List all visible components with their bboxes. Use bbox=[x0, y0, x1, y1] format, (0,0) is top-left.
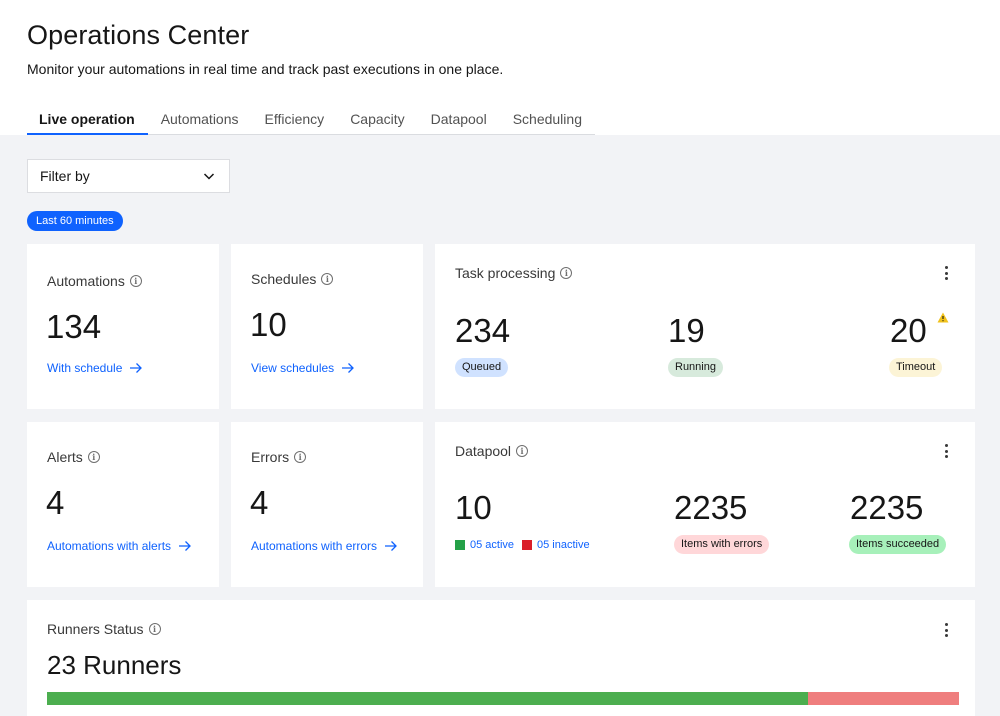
inactive-label: 05 inactive bbox=[537, 539, 590, 551]
alerts-count: 4 bbox=[46, 484, 65, 521]
automations-with-alerts-link[interactable]: Automations with alerts bbox=[47, 539, 192, 553]
page-header: Operations Center Monitor your automatio… bbox=[0, 0, 1000, 135]
info-icon[interactable]: i bbox=[129, 275, 142, 287]
datapool-title: Datapool bbox=[455, 443, 512, 459]
automations-with-errors-label: Automations with errors bbox=[251, 539, 378, 553]
arrow-right-icon bbox=[179, 541, 191, 551]
runners-status-title: Runners Status bbox=[47, 621, 144, 637]
queued-tag: Queued bbox=[455, 358, 509, 377]
filter-label: Filter by bbox=[40, 168, 90, 184]
overflow-menu-icon[interactable] bbox=[941, 622, 951, 638]
filter-dropdown[interactable]: Filter by bbox=[27, 159, 230, 193]
card-title: Schedules i bbox=[251, 271, 334, 287]
info-icon[interactable]: i bbox=[148, 623, 161, 635]
alerts-card: Alerts i 4 Automations with alerts bbox=[27, 422, 219, 587]
tab-capacity[interactable]: Capacity bbox=[337, 102, 417, 135]
info-icon[interactable]: i bbox=[87, 451, 100, 463]
overflow-menu-icon[interactable] bbox=[941, 443, 951, 459]
tab-live-operation[interactable]: Live operation bbox=[27, 102, 148, 135]
tab-scheduling[interactable]: Scheduling bbox=[500, 102, 595, 135]
page-title: Operations Center bbox=[27, 20, 250, 50]
automations-title: Automations bbox=[47, 273, 125, 289]
view-schedules-link[interactable]: View schedules bbox=[251, 361, 355, 375]
tab-efficiency[interactable]: Efficiency bbox=[252, 102, 338, 135]
running-count: 19 bbox=[668, 312, 705, 349]
items-with-errors-count: 2235 bbox=[674, 489, 748, 526]
runners-available-segment[interactable] bbox=[47, 692, 808, 705]
info-icon[interactable]: i bbox=[321, 273, 334, 285]
active-swatch bbox=[455, 540, 465, 550]
tab-automations[interactable]: Automations bbox=[148, 102, 252, 135]
timeout-tag: Timeout bbox=[889, 358, 943, 377]
timeout-count: 20 bbox=[890, 312, 927, 349]
arrow-right-icon bbox=[130, 363, 143, 373]
inactive-legend: 05 inactive bbox=[522, 539, 590, 551]
card-title: Datapool i bbox=[455, 443, 529, 459]
card-title: Alerts i bbox=[47, 449, 100, 465]
tab-datapool[interactable]: Datapool bbox=[418, 102, 500, 135]
runners-count: 23 Runners bbox=[47, 650, 182, 680]
overflow-menu-icon[interactable] bbox=[941, 265, 951, 281]
errors-title: Errors bbox=[251, 449, 290, 465]
automations-with-alerts-label: Automations with alerts bbox=[47, 539, 172, 553]
info-icon[interactable]: i bbox=[560, 267, 573, 279]
arrow-right-icon bbox=[342, 363, 355, 373]
task-processing-card: Task processing i 234 Queued 19 Running … bbox=[435, 244, 975, 409]
active-label: 05 active bbox=[470, 539, 515, 551]
tab-bar: Live operation Automations Efficiency Ca… bbox=[27, 102, 595, 135]
automations-card: Automations i 134 With schedule bbox=[27, 244, 219, 409]
running-tag: Running bbox=[668, 358, 723, 377]
time-range-tag[interactable]: Last 60 minutes bbox=[27, 211, 123, 231]
active-legend: 05 active bbox=[455, 539, 514, 551]
queued-count: 234 bbox=[455, 312, 511, 349]
task-processing-title: Task processing bbox=[455, 265, 556, 281]
items-succeeded-tag: Items succeeded bbox=[849, 535, 947, 554]
alerts-title: Alerts bbox=[47, 449, 83, 465]
schedules-count: 10 bbox=[250, 306, 287, 343]
datapool-count: 10 bbox=[455, 489, 492, 526]
datapool-card: Datapool i 10 05 active 05 inactive 2235… bbox=[435, 422, 975, 587]
card-title: Errors i bbox=[251, 449, 307, 465]
inactive-swatch bbox=[522, 540, 532, 550]
with-schedule-label: With schedule bbox=[47, 361, 123, 375]
automations-count: 134 bbox=[46, 308, 102, 345]
info-icon[interactable]: i bbox=[516, 445, 529, 457]
chevron-down-icon bbox=[203, 173, 215, 180]
card-title: Runners Status i bbox=[47, 621, 161, 637]
page-subtitle: Monitor your automations in real time an… bbox=[27, 61, 504, 77]
automations-with-errors-link[interactable]: Automations with errors bbox=[251, 539, 398, 553]
schedules-title: Schedules bbox=[251, 271, 317, 287]
runners-status-bar bbox=[47, 692, 959, 705]
errors-card: Errors i 4 Automations with errors bbox=[231, 422, 423, 587]
items-with-errors-tag: Items with errors bbox=[674, 535, 770, 554]
warning-triangle-icon bbox=[937, 312, 949, 323]
schedules-card: Schedules i 10 View schedules bbox=[231, 244, 423, 409]
arrow-right-icon bbox=[385, 541, 397, 551]
card-title: Automations i bbox=[47, 273, 142, 289]
card-title: Task processing i bbox=[455, 265, 573, 281]
view-schedules-label: View schedules bbox=[251, 361, 335, 375]
items-succeeded-count: 2235 bbox=[850, 489, 924, 526]
with-schedule-link[interactable]: With schedule bbox=[47, 361, 143, 375]
runners-unavailable-segment[interactable] bbox=[807, 692, 959, 705]
info-icon[interactable]: i bbox=[294, 451, 307, 463]
errors-count: 4 bbox=[250, 484, 269, 521]
